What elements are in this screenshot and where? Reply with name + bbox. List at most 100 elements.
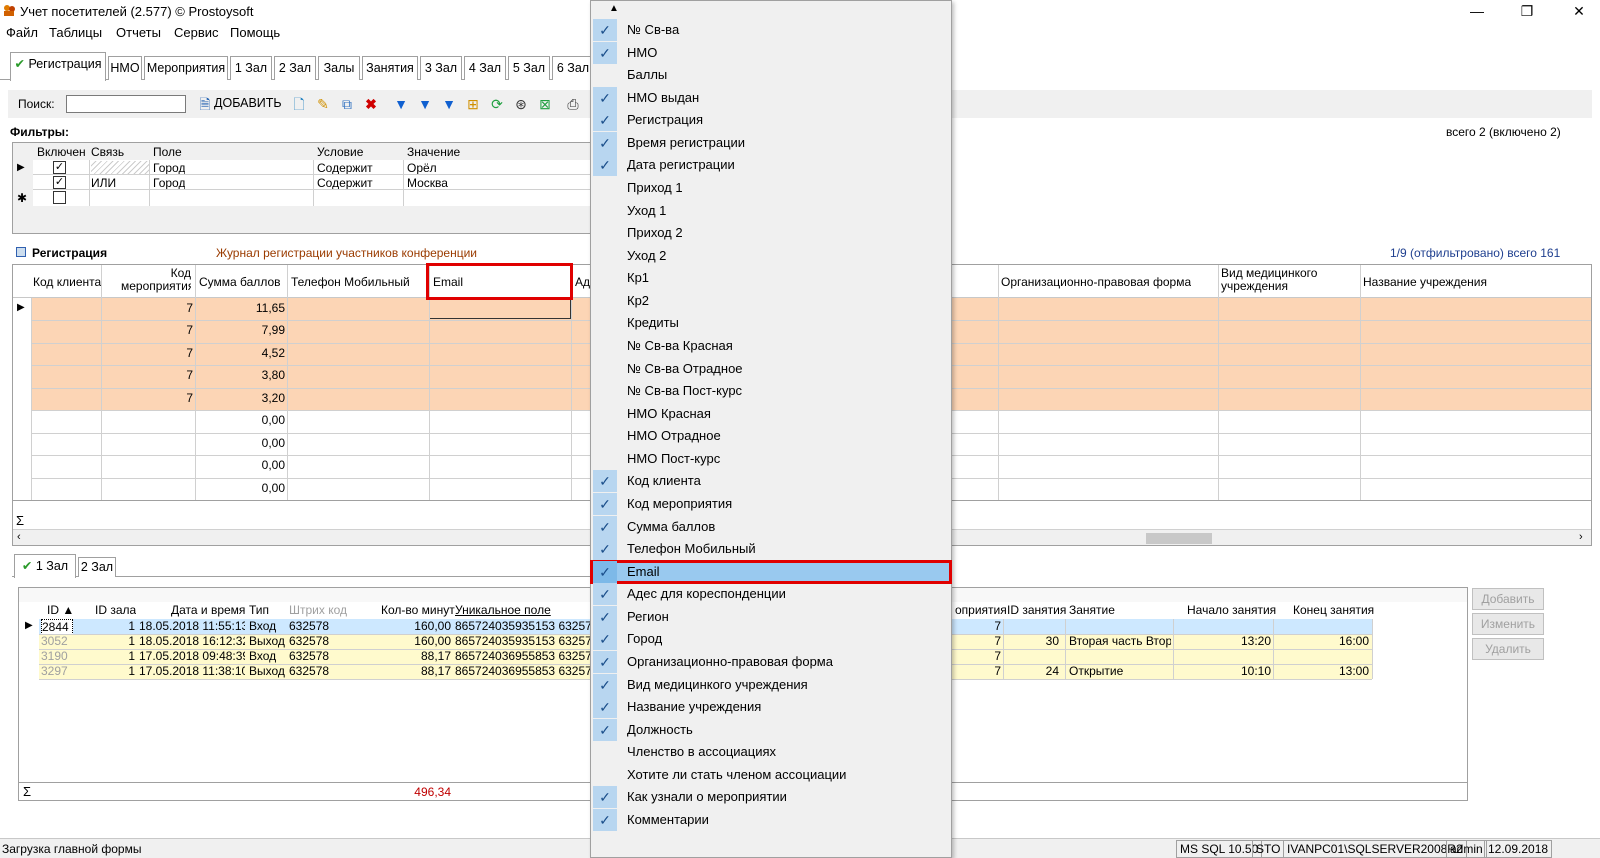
end-cell[interactable]: 13:00 — [1319, 664, 1369, 678]
subtab-hall-1[interactable]: ✔ 1 Зал — [14, 554, 76, 578]
col-lesson-start[interactable]: Начало занятия — [1187, 603, 1276, 617]
unique-cell[interactable]: 865724036955853 632578 — [455, 649, 591, 663]
refresh-icon[interactable]: ⟳ — [488, 95, 506, 113]
hall-cell[interactable]: 1 — [89, 634, 135, 648]
hall-id-cell[interactable]: 3190 — [41, 649, 68, 663]
column-menu-item[interactable]: ✓ Вид медицинкого учреждения — [591, 673, 951, 696]
col-minutes[interactable]: Кол-во минут — [381, 603, 455, 617]
event-code-cell[interactable]: 7 — [163, 346, 193, 360]
minutes-cell[interactable]: 88,17 — [379, 649, 451, 663]
col-event-code[interactable]: Код мероприятия — [121, 267, 191, 293]
col-id[interactable]: ID ▲ — [47, 603, 74, 617]
column-menu-item[interactable]: Кр1 — [591, 267, 951, 289]
column-menu-item[interactable]: ✓ Город — [591, 628, 951, 651]
tab-hall-2[interactable]: 2 Зал — [274, 56, 316, 80]
type-cell[interactable]: Вход — [249, 619, 276, 633]
column-menu-item[interactable]: ✓ Сумма баллов — [591, 515, 951, 538]
column-menu-item[interactable]: Уход 1 — [591, 200, 951, 222]
lesson-cell[interactable]: Вторая часть Вторс — [1069, 634, 1171, 648]
score-cell[interactable]: 0,00 — [233, 413, 285, 427]
column-menu-item[interactable]: Хотите ли стать членом ассоциации — [591, 764, 951, 786]
datetime-cell[interactable]: 18.05.2018 16:12:32 — [139, 634, 245, 648]
filter-clear-icon[interactable]: ▼ — [416, 95, 434, 113]
column-menu-item[interactable]: № Св-ва Красная — [591, 335, 951, 357]
col-datetime[interactable]: Дата и время — [171, 603, 245, 617]
tab-halls[interactable]: Залы — [318, 56, 360, 80]
filter-cond[interactable]: Содержит — [317, 161, 373, 175]
close-icon[interactable]: ✕ — [1564, 2, 1594, 20]
column-menu-item[interactable]: Приход 1 — [591, 177, 951, 199]
lesson-id-cell[interactable]: 30 — [1029, 634, 1059, 648]
column-menu-item[interactable]: ✓ Телефон Мобильный — [591, 538, 951, 561]
unique-cell[interactable]: 865724035935153 632578 — [455, 619, 591, 633]
col-event[interactable]: оприятия — [955, 603, 1007, 617]
search-input[interactable] — [66, 95, 186, 113]
excel-export-icon[interactable]: ⊠ — [536, 95, 554, 113]
menu-help[interactable]: Помощь — [230, 25, 280, 40]
score-cell[interactable]: 0,00 — [233, 436, 285, 450]
menu-reports[interactable]: Отчеты — [116, 25, 161, 40]
hall-id-cell[interactable]: 3297 — [41, 664, 68, 678]
score-cell[interactable]: 4,52 — [233, 346, 285, 360]
filter-field[interactable]: Город — [153, 176, 185, 190]
column-menu-item[interactable]: № Св-ва Отрадное — [591, 358, 951, 380]
column-menu-item[interactable]: НМО Отрадное — [591, 425, 951, 447]
tree-icon[interactable]: ⊞ — [464, 95, 482, 113]
col-unique[interactable]: Уникальное поле — [455, 603, 551, 617]
col-lesson-end[interactable]: Конец занятия — [1293, 603, 1374, 617]
event-cell[interactable]: 7 — [979, 664, 1001, 678]
tab-registration[interactable]: ✔ Регистрация — [10, 52, 106, 81]
tab-hall-6[interactable]: 6 Зал — [552, 56, 594, 80]
column-menu-item[interactable]: ✓ № Св-ва — [591, 19, 951, 41]
col-mobile[interactable]: Телефон Мобильный — [291, 275, 410, 289]
email-cell-selected[interactable] — [429, 299, 571, 319]
column-menu-item[interactable]: ✓ Комментарии — [591, 808, 951, 831]
score-cell[interactable]: 7,99 — [233, 323, 285, 337]
column-menu-item[interactable]: Членство в ассоциациях — [591, 741, 951, 763]
column-menu-item[interactable]: ✓ НМО выдан — [591, 86, 951, 109]
col-address[interactable]: Адес — [575, 275, 591, 289]
barcode-cell[interactable]: 632578 — [289, 619, 329, 633]
column-menu-item[interactable]: Уход 2 — [591, 245, 951, 267]
delete-icon[interactable]: ✖ — [362, 95, 380, 113]
filter-icon[interactable]: ▼ — [392, 95, 410, 113]
event-code-cell[interactable]: 7 — [163, 368, 193, 382]
col-lesson[interactable]: Занятие — [1069, 603, 1115, 617]
event-cell[interactable]: 7 — [979, 634, 1001, 648]
edit-pencil-icon[interactable]: ✎ — [314, 95, 332, 113]
hall-cell[interactable]: 1 — [89, 664, 135, 678]
column-menu-item[interactable]: ✓ Дата регистрации — [591, 154, 951, 177]
event-code-cell[interactable]: 7 — [163, 301, 193, 315]
column-menu-item[interactable]: ✓ НМО — [591, 41, 951, 64]
tab-nmo[interactable]: НМО — [108, 56, 142, 80]
filter-value[interactable]: Орёл — [407, 161, 437, 175]
subtab-hall-2[interactable]: 2 Зал — [78, 557, 116, 577]
scroll-thumb[interactable] — [1146, 533, 1212, 544]
hall-id-cell[interactable]: 3052 — [41, 634, 68, 648]
start-cell[interactable]: 13:20 — [1219, 634, 1271, 648]
column-menu-item[interactable]: Кредиты — [591, 312, 951, 334]
end-cell[interactable]: 16:00 — [1319, 634, 1369, 648]
print-icon[interactable]: ⎙ — [564, 95, 582, 113]
score-cell[interactable]: 11,65 — [233, 301, 285, 315]
column-menu-item[interactable]: ✓ Регистрация — [591, 109, 951, 132]
barcode-cell[interactable]: 632578 — [289, 664, 329, 678]
column-menu-item[interactable]: ✓ Код мероприятия — [591, 492, 951, 515]
col-client-code[interactable]: Код клиента — [33, 275, 101, 289]
add-button[interactable]: ДОБАВИТЬ — [214, 96, 282, 110]
event-code-cell[interactable]: 7 — [163, 391, 193, 405]
type-cell[interactable]: Вход — [249, 649, 276, 663]
tab-hall-1[interactable]: 1 Зал — [230, 56, 272, 80]
column-menu-item[interactable]: НМО Пост-курс — [591, 448, 951, 470]
column-menu-item[interactable]: НМО Красная — [591, 403, 951, 425]
column-menu-item[interactable]: № Св-ва Пост-курс — [591, 380, 951, 402]
col-lesson-id[interactable]: ID занятия — [1007, 603, 1066, 617]
col-org-form[interactable]: Организационно-правовая форма — [1001, 275, 1191, 289]
menu-file[interactable]: Файл — [6, 25, 38, 40]
type-cell[interactable]: Выход — [249, 634, 285, 648]
delete-record-button[interactable]: Удалить — [1472, 638, 1544, 660]
score-cell[interactable]: 3,80 — [233, 368, 285, 382]
col-score-sum[interactable]: Сумма баллов — [199, 275, 281, 289]
filter-cond[interactable]: Содержит — [317, 176, 373, 190]
minutes-cell[interactable]: 160,00 — [379, 634, 451, 648]
